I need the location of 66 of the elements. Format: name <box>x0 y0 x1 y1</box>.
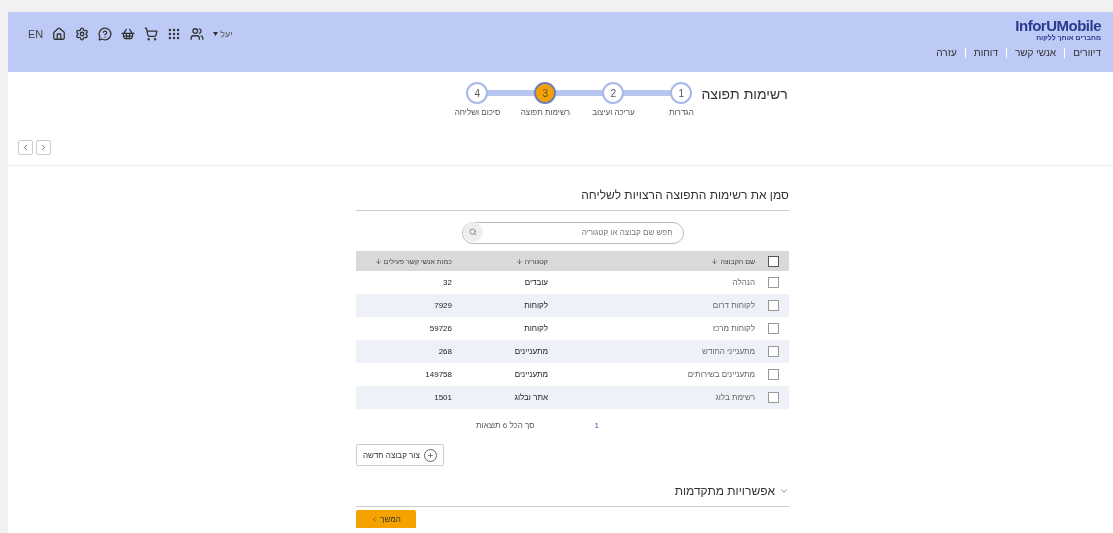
step-label: רשימות תפוצה <box>520 108 571 117</box>
language-link[interactable]: EN <box>28 28 44 40</box>
step-number[interactable]: 2 <box>602 82 625 104</box>
advanced-options-toggle[interactable]: אפשרויות מתקדמות <box>356 466 789 507</box>
nav-link[interactable]: עזרה <box>928 48 965 58</box>
table-cell-text: אתר ובלוג <box>513 393 549 402</box>
step-label: סיכום ושליחה <box>454 108 501 117</box>
page-link[interactable]: 1 <box>594 421 599 430</box>
step-label: הגדרות <box>669 108 694 117</box>
table-cell-text: מתעניינים <box>513 370 549 379</box>
home-icon[interactable] <box>52 27 67 41</box>
chevron-left-icon <box>21 143 30 152</box>
search-icon[interactable] <box>462 222 483 242</box>
search-field[interactable]: חפש שם קבוצה או קטגוריה <box>461 221 684 244</box>
create-group-button[interactable]: צור קבוצה חדשה <box>356 444 444 466</box>
table-cell-text: עובדים <box>523 278 549 287</box>
question-bubble-icon[interactable] <box>98 27 113 41</box>
logo-text: InforUMobile <box>1015 18 1101 34</box>
table-cell-text: לקוחות <box>523 301 549 310</box>
nav-link[interactable]: דיוורים <box>1064 48 1101 58</box>
table-cell-text: מתעניינים <box>513 347 549 356</box>
table-cell-text: לקוחות מרכז <box>711 324 756 333</box>
row-checkbox[interactable] <box>768 392 779 403</box>
step-label: עריכה ועיצוב <box>592 108 635 117</box>
table-cell-text: 268 <box>437 347 453 356</box>
row-checkbox[interactable] <box>768 277 779 288</box>
section-title: סמן את רשימות התפוצה הרצויות לשליחה <box>356 166 789 211</box>
step-number[interactable]: 1 <box>670 82 693 104</box>
nav-link[interactable]: דוחות <box>964 48 1006 58</box>
table-cell-text: מתענייני החודש <box>701 347 756 356</box>
row-checkbox[interactable] <box>768 323 779 334</box>
users-icon[interactable] <box>190 27 205 41</box>
step-number[interactable]: 4 <box>466 82 489 104</box>
table-cell-text: הנהלה <box>731 278 756 287</box>
continue-button[interactable]: המשך <box>356 510 416 528</box>
row-checkbox[interactable] <box>768 346 779 357</box>
table-cell-text: לקוחות <box>523 324 549 333</box>
row-checkbox[interactable] <box>768 369 779 380</box>
sort-arrow-icon <box>711 257 719 265</box>
wizard-title: רשימות תפוצה <box>701 86 788 102</box>
user-menu[interactable]: יעל <box>213 29 233 39</box>
table-cell-text: רשימת בלוג <box>714 393 756 402</box>
step-number[interactable]: 3 <box>534 82 557 104</box>
next-button[interactable] <box>36 140 51 155</box>
sort-arrow-icon <box>374 257 382 265</box>
caret-icon <box>213 32 219 36</box>
chevron-right-icon <box>39 143 48 152</box>
chevron-down-icon <box>779 486 789 496</box>
select-all-checkbox[interactable] <box>768 255 779 267</box>
table-cell-text: 7929 <box>433 301 453 310</box>
table-cell-text: 32 <box>442 278 453 287</box>
table-cell-text: 1501 <box>433 393 453 402</box>
results-total: סך הכל 6 תוצאות <box>476 421 535 430</box>
previous-button[interactable] <box>18 140 33 155</box>
table-cell-text: 149758 <box>424 370 453 379</box>
sort-arrow-icon <box>515 257 523 265</box>
table-cell-text: לקוחות דרום <box>711 301 756 310</box>
row-checkbox[interactable] <box>768 300 779 311</box>
nav-link[interactable]: אנשי קשר <box>1005 48 1065 58</box>
cart-icon[interactable] <box>144 27 159 41</box>
basket-icon[interactable] <box>121 27 136 41</box>
gear-icon[interactable] <box>75 27 90 41</box>
grid-icon[interactable] <box>167 27 182 41</box>
table-cell-text: מתעניינים בשירותים <box>686 370 756 379</box>
table-cell-text: 59726 <box>428 324 453 333</box>
chevron-left-icon <box>371 515 379 523</box>
